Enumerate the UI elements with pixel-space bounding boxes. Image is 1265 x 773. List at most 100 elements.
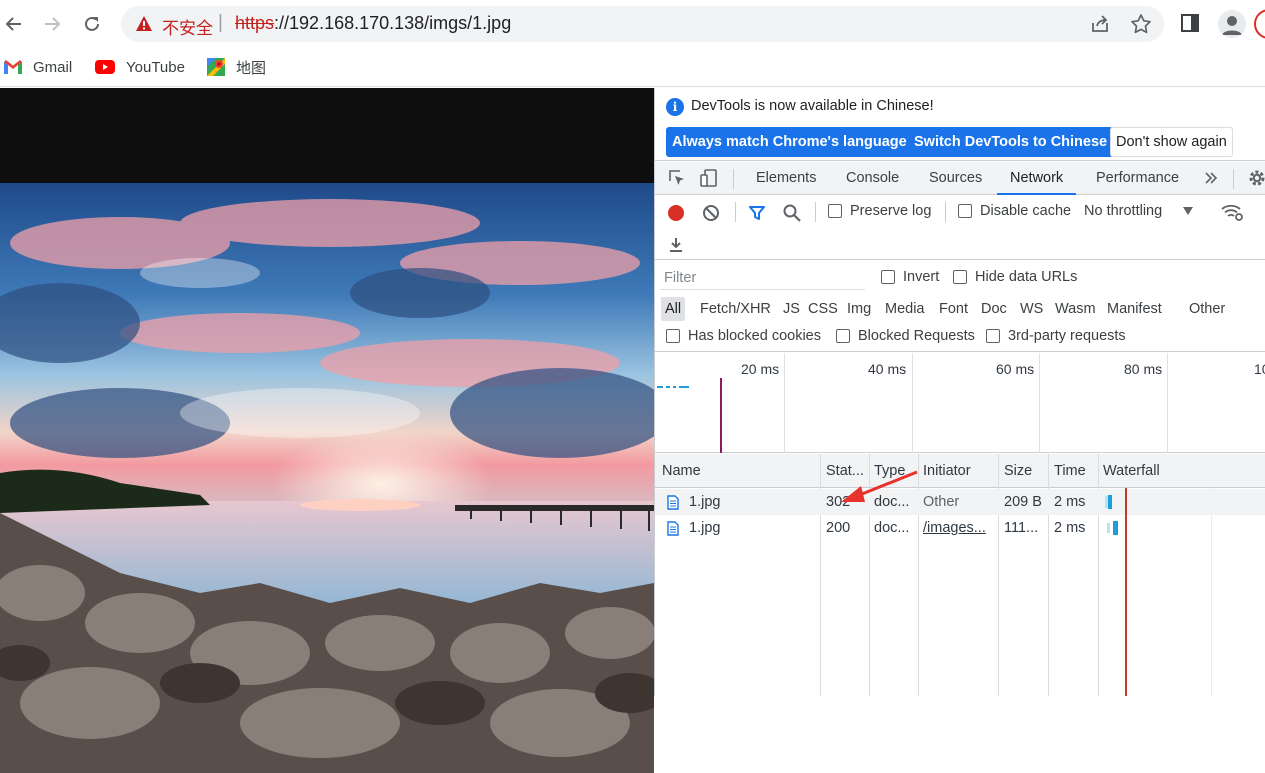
checkbox-box [958,204,972,218]
bookmarks-bar: Gmail YouTube 地图 [0,50,1265,87]
third-party-requests-checkbox[interactable]: 3rd-party requests [986,328,1126,344]
third-party-requests-label: 3rd-party requests [1008,328,1126,344]
filter-type-other[interactable]: Other [1185,297,1229,321]
back-button[interactable] [0,10,28,38]
filter-type-ws[interactable]: WS [1016,297,1047,321]
bookmark-youtube[interactable]: YouTube [95,56,185,78]
has-blocked-cookies-label: Has blocked cookies [688,328,821,344]
hide-data-urls-checkbox[interactable]: Hide data URLs [953,269,1077,285]
url-host-path: ://192.168.170.138/imgs/1.jpg [274,13,512,33]
filter-type-fetch-xhr[interactable]: Fetch/XHR [696,297,775,321]
chrome-menu-button[interactable] [1254,9,1265,39]
has-blocked-cookies-checkbox[interactable]: Has blocked cookies [666,328,821,344]
request-time: 2 ms [1054,520,1086,536]
request-name: 1.jpg [689,494,721,510]
url-text[interactable]: https://192.168.170.138/imgs/1.jpg [235,13,511,34]
search-icon[interactable] [782,203,802,223]
checkbox-box [953,270,967,284]
filter-type-all[interactable]: All [661,297,686,321]
filter-type-wasm[interactable]: Wasm [1051,297,1100,321]
reload-button[interactable] [78,10,106,38]
url-scheme: https [235,13,275,33]
filter-input[interactable] [660,266,865,290]
invert-checkbox[interactable]: Invert [881,269,939,285]
tab-console[interactable]: Console [846,162,899,195]
table-row[interactable]: 1.jpg 302 doc... Other 209 B 2 ms [655,489,1265,515]
column-header-name[interactable]: Name [662,454,812,488]
sunset-lake-image [0,183,654,773]
preserve-log-checkbox[interactable]: Preserve log [828,203,931,219]
filter-type-js[interactable]: JS [779,297,804,321]
filter-type-font[interactable]: Font [935,297,972,321]
security-label[interactable]: 不安全 [162,14,213,39]
column-header-waterfall[interactable]: Waterfall [1103,454,1203,488]
network-toolbar: Preserve log Disable cache No throttling [655,196,1265,260]
timeline-tick-label: 60 ms [996,361,1035,377]
bookmark-maps[interactable]: 地图 [207,56,266,78]
blocked-requests-checkbox[interactable]: Blocked Requests [836,328,975,344]
blocked-requests-label: Blocked Requests [858,328,975,344]
request-initiator: Other [923,494,960,510]
bookmark-label: 地图 [236,59,267,77]
inspect-element-icon[interactable] [667,168,687,188]
share-icon[interactable] [1090,14,1110,34]
filter-type-media[interactable]: Media [881,297,929,321]
devtools-tab-bar: Elements Console Sources Network Perform… [655,162,1265,195]
timeline-gridline [912,353,913,453]
import-har-icon[interactable] [667,236,685,254]
tab-performance[interactable]: Performance [1096,162,1179,195]
network-conditions-icon[interactable] [1220,202,1244,222]
filter-type-img[interactable]: Img [843,297,875,321]
column-header-initiator[interactable]: Initiator [923,454,999,488]
always-match-language-button[interactable]: Always match Chrome's language [666,127,913,157]
filter-funnel-icon[interactable] [748,204,766,222]
throttling-select[interactable]: No throttling [1084,203,1194,219]
settings-gear-icon[interactable] [1247,168,1265,188]
request-status: 200 [826,520,851,536]
disable-cache-checkbox[interactable]: Disable cache [958,203,1071,219]
hide-data-urls-label: Hide data URLs [975,269,1078,285]
forward-button[interactable] [38,10,66,38]
request-initiator-link[interactable]: /images... [923,515,995,541]
bookmark-star-icon[interactable] [1130,13,1152,35]
switch-to-chinese-button[interactable]: Switch DevTools to Chinese [908,127,1114,157]
forward-arrow-icon [45,17,61,31]
back-arrow-icon [5,17,21,31]
dropdown-arrow-icon [1183,207,1194,215]
filter-type-manifest[interactable]: Manifest [1103,297,1166,321]
request-size: 111... [1004,520,1039,536]
toolbar-separator [945,202,946,222]
page-viewport [0,88,654,773]
tab-sources[interactable]: Sources [929,162,982,195]
timeline-gridline [784,353,785,453]
checkbox-box [881,270,895,284]
column-header-size[interactable]: Size [1004,454,1044,488]
more-tabs-icon[interactable] [1203,170,1219,186]
address-bar[interactable]: 不安全 | https://192.168.170.138/imgs/1.jpg [121,6,1164,42]
side-panel-icon[interactable] [1180,13,1200,33]
person-icon [1222,16,1242,35]
device-toolbar-icon[interactable] [699,168,719,188]
tab-elements[interactable]: Elements [756,162,816,195]
filter-type-css[interactable]: CSS [804,297,842,321]
filter-bar: Invert Hide data URLs All Fetch/XHR JS C… [655,261,1265,352]
checkbox-box [836,329,850,343]
clear-icon[interactable] [702,204,720,222]
filter-type-doc[interactable]: Doc [977,297,1011,321]
annotation-arrow [841,470,918,502]
security-separator: | [218,12,223,33]
youtube-icon [95,60,115,74]
dont-show-again-button[interactable]: Don't show again [1110,127,1233,157]
network-overview-timeline[interactable]: 20 ms 40 ms 60 ms 80 ms 100 [655,353,1265,453]
profile-avatar[interactable] [1218,10,1246,38]
tab-network[interactable]: Network [997,162,1077,195]
checkbox-box [828,204,842,218]
timeline-tick-label: 80 ms [1124,361,1163,377]
record-icon[interactable] [667,204,685,222]
request-name: 1.jpg [689,520,721,536]
landscape-photo[interactable] [0,183,654,773]
table-row[interactable]: 1.jpg 200 doc... /images... 111... 2 ms [655,515,1265,541]
column-header-time[interactable]: Time [1054,454,1094,488]
bookmark-gmail[interactable]: Gmail [4,56,72,78]
document-icon [667,495,679,510]
